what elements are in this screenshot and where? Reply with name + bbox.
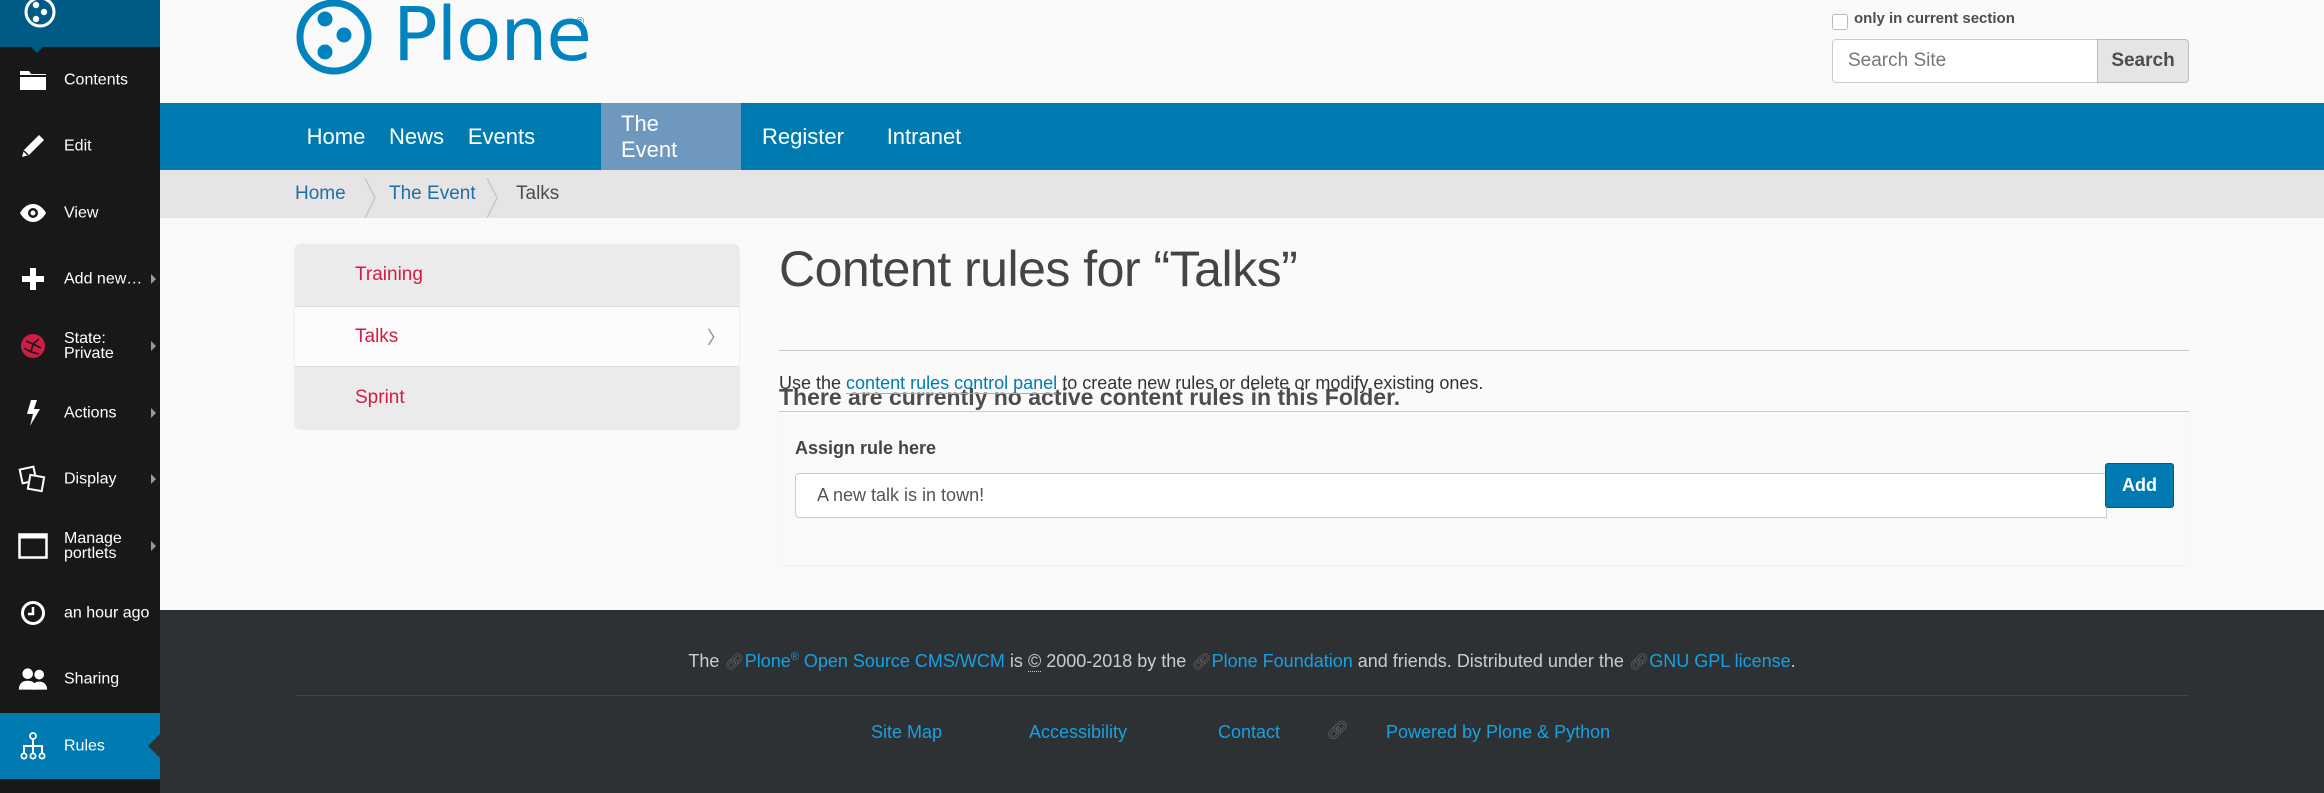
toolbar-item-manage-portlets[interactable]: Manage portlets bbox=[0, 513, 160, 579]
page-title: Content rules for “Talks” bbox=[779, 241, 1298, 297]
search-form: only in current section Search bbox=[1832, 8, 2192, 88]
plone-logo-icon bbox=[296, 0, 372, 75]
assign-rule-form: Assign rule here Add bbox=[779, 413, 2189, 565]
rules-icon bbox=[18, 731, 48, 761]
footer-link-contact[interactable]: Contact bbox=[1218, 722, 1280, 743]
nav-item-home[interactable]: Home bbox=[295, 103, 377, 170]
pencil-icon bbox=[18, 131, 48, 161]
search-input[interactable] bbox=[1832, 39, 2098, 83]
submenu-arrow-icon bbox=[151, 341, 156, 351]
state-private-icon bbox=[18, 331, 48, 361]
site-header: Plone ® only in current section Search bbox=[160, 0, 2324, 103]
footer-divider bbox=[295, 695, 2189, 696]
nav-item-events[interactable]: Events bbox=[456, 103, 547, 170]
portlet-item-talks[interactable]: Talks 〉 bbox=[295, 306, 739, 367]
nav-item-intranet[interactable]: Intranet bbox=[865, 103, 983, 170]
toolbar-item-history[interactable]: an hour ago bbox=[0, 580, 160, 646]
navigation-portlet: Training Talks 〉 Sprint bbox=[295, 244, 739, 428]
breadcrumb: Home The Event Talks bbox=[160, 170, 2324, 218]
toolbar-item-sharing[interactable]: Sharing bbox=[0, 646, 160, 712]
link-icon: 🔗︎ bbox=[724, 654, 745, 671]
portlet-item-training[interactable]: Training bbox=[295, 244, 739, 305]
submenu-arrow-icon bbox=[151, 274, 156, 284]
toolbar-item-view[interactable]: View bbox=[0, 180, 160, 246]
submenu-arrow-icon bbox=[151, 541, 156, 551]
link-icon: 🔗︎ bbox=[1628, 654, 1650, 671]
clock-icon bbox=[18, 598, 48, 628]
rule-select[interactable] bbox=[795, 473, 2107, 518]
nav-item-register[interactable]: Register bbox=[741, 103, 865, 170]
current-section-checkbox[interactable] bbox=[1832, 14, 1848, 30]
site-logo[interactable]: Plone ® bbox=[295, 0, 595, 78]
toolbar-logo-button[interactable] bbox=[0, 0, 160, 53]
toolbar-item-add-new[interactable]: Add new… bbox=[0, 246, 160, 312]
site-footer: The 🔗︎Plone® Open Source CMS/WCM is © 20… bbox=[160, 610, 2324, 793]
link-icon: 🔗︎ bbox=[1326, 720, 1349, 740]
toolbar-item-display[interactable]: Display bbox=[0, 446, 160, 512]
breadcrumb-current: Talks bbox=[516, 183, 560, 204]
copyright-symbol: © bbox=[1027, 651, 1042, 672]
breadcrumb-separator-icon bbox=[364, 178, 376, 218]
search-button[interactable]: Search bbox=[2097, 39, 2189, 83]
breadcrumb-separator-icon bbox=[486, 178, 498, 218]
colophon: The 🔗︎Plone® Open Source CMS/WCM is © 20… bbox=[688, 651, 1796, 672]
folder-icon bbox=[18, 65, 48, 95]
plone-logo-icon bbox=[24, 0, 56, 28]
footer-link-site-map[interactable]: Site Map bbox=[871, 722, 942, 743]
plone-link[interactable]: Plone® Open Source CMS/WCM bbox=[745, 651, 1005, 671]
toolbar-item-actions[interactable]: Actions bbox=[0, 380, 160, 446]
description-text: Use the content rules control panel to c… bbox=[779, 373, 1484, 394]
add-rule-button[interactable]: Add bbox=[2105, 463, 2174, 508]
submenu-arrow-icon bbox=[151, 474, 156, 484]
current-section-label: only in current section bbox=[1854, 10, 2015, 27]
edit-toolbar: Contents Edit View Add new… State: Privat… bbox=[0, 0, 160, 793]
eye-icon bbox=[18, 198, 48, 228]
nav-item-news[interactable]: News bbox=[377, 103, 456, 170]
link-icon: 🔗︎ bbox=[1191, 654, 1212, 671]
assign-rule-label: Assign rule here bbox=[795, 438, 937, 458]
control-panel-link[interactable]: content rules control panel bbox=[846, 373, 1058, 394]
nav-item-the-event[interactable]: The Event bbox=[601, 103, 741, 170]
toolbar-item-edit[interactable]: Edit bbox=[0, 113, 160, 179]
gpl-license-link[interactable]: GNU GPL license bbox=[1649, 651, 1790, 671]
breadcrumb-home[interactable]: Home bbox=[295, 170, 346, 218]
global-nav: Home News Events The Event Register Intr… bbox=[160, 103, 2324, 170]
title-divider bbox=[779, 350, 2189, 351]
plus-icon bbox=[18, 264, 48, 294]
display-icon bbox=[18, 464, 48, 494]
toolbar-item-contents[interactable]: Contents bbox=[0, 47, 160, 113]
footer-link-powered-by[interactable]: Powered by Plone & Python bbox=[1386, 722, 1610, 743]
lightning-icon bbox=[18, 398, 48, 428]
plone-foundation-link[interactable]: Plone Foundation bbox=[1212, 651, 1353, 671]
toolbar-item-state[interactable]: State: Private bbox=[0, 313, 160, 379]
submenu-arrow-icon bbox=[151, 408, 156, 418]
portlets-icon bbox=[18, 531, 48, 561]
chevron-right-icon: 〉 bbox=[707, 327, 725, 348]
portlet-item-sprint[interactable]: Sprint bbox=[295, 367, 739, 428]
footer-link-accessibility[interactable]: Accessibility bbox=[1029, 722, 1127, 743]
toolbar-item-rules[interactable]: Rules bbox=[0, 713, 160, 779]
breadcrumb-the-event[interactable]: The Event bbox=[389, 170, 476, 218]
description-divider bbox=[779, 411, 2189, 412]
users-icon bbox=[18, 664, 48, 694]
